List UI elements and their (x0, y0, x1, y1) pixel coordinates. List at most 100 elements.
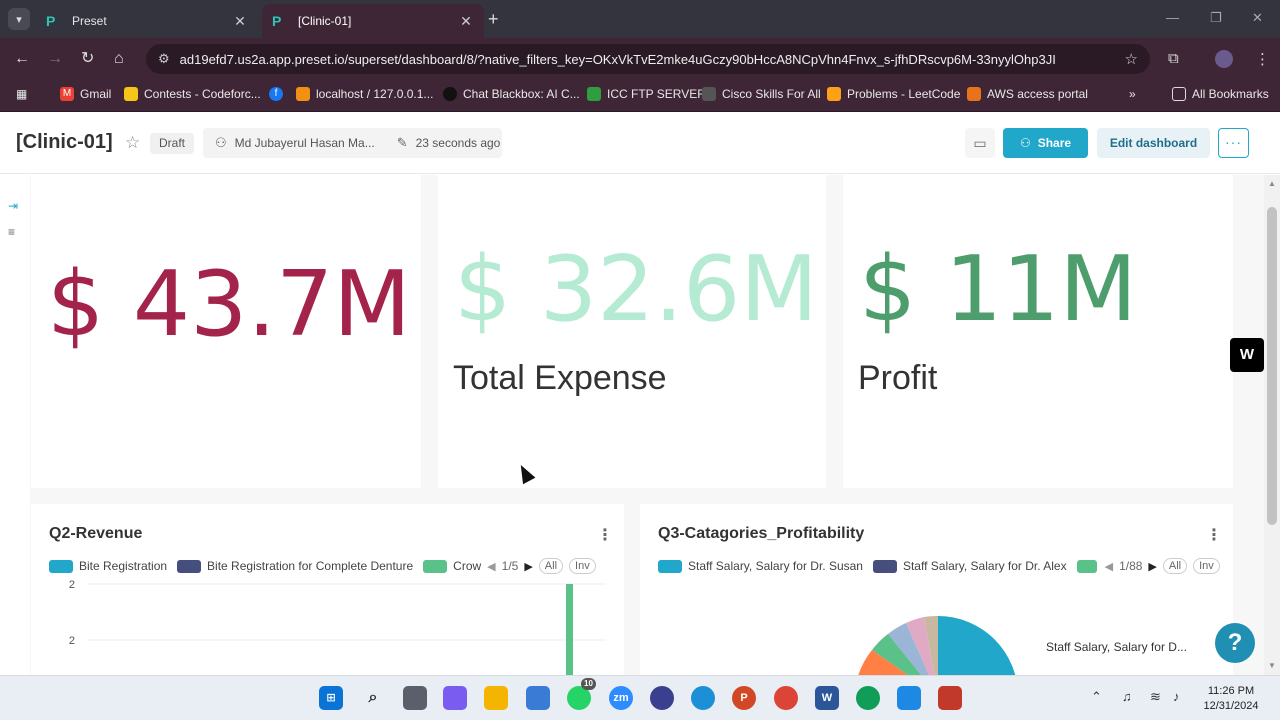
bar[interactable] (566, 584, 573, 675)
reload-icon[interactable]: ↻ (81, 50, 94, 68)
floating-widget-button[interactable]: W (1230, 338, 1264, 372)
legend-all-button[interactable]: All (1162, 558, 1188, 574)
browser-toolbar: ← → ↻ ⌂ ⚙ ad19efd7.us2a.app.preset.io/su… (0, 38, 1280, 80)
legend-label: Bite Registration for Complete Denture (207, 559, 414, 573)
legend-item[interactable]: Staff Salary, Salary for Dr. Alex (872, 559, 1067, 573)
tab-preset[interactable]: P Preset ✕ (36, 4, 258, 38)
extensions-icon[interactable]: ⧉ (1168, 50, 1179, 67)
bookmark-codeforces[interactable]: Contests - Codeforc... (124, 87, 261, 101)
copilot-icon[interactable] (443, 686, 467, 710)
big-number-subheader: Profit (858, 359, 938, 397)
comment-icon: ▭ (973, 135, 987, 151)
chrome-icon[interactable] (774, 686, 798, 710)
edge-icon[interactable] (691, 686, 715, 710)
app-icon[interactable] (897, 686, 921, 710)
close-icon[interactable]: ✕ (232, 13, 248, 30)
legend-next-icon[interactable]: ▶ (1148, 560, 1156, 573)
bookmark-icc[interactable]: ICC FTP SERVER (587, 87, 706, 101)
microphone-icon[interactable]: ♫ (1122, 689, 1132, 704)
powerpoint-icon[interactable]: P (732, 686, 756, 710)
filter-rail: ⇥ ≡ (0, 175, 30, 675)
profile-avatar[interactable] (1215, 50, 1233, 68)
expand-filters-icon[interactable]: ⇥ (8, 199, 18, 213)
scroll-down-icon[interactable]: ▼ (1268, 661, 1276, 670)
close-icon[interactable]: ✕ (458, 13, 474, 30)
word-icon[interactable]: W (815, 686, 839, 710)
whatsapp-icon[interactable]: 10 (567, 678, 596, 710)
snipping-tool-icon[interactable] (938, 686, 962, 710)
bookmark-blackbox[interactable]: Chat Blackbox: AI C... (443, 87, 580, 101)
legend-item[interactable]: Crow (423, 559, 481, 573)
url-text[interactable]: ad19efd7.us2a.app.preset.io/superset/das… (180, 52, 1125, 67)
more-bookmarks-icon[interactable]: » (1129, 87, 1136, 101)
edit-dashboard-button[interactable]: Edit dashboard (1097, 128, 1210, 158)
file-explorer-icon[interactable] (484, 686, 508, 710)
icc-icon (587, 87, 601, 101)
legend-prev-icon[interactable]: ◀ (487, 560, 495, 573)
legend-item[interactable]: Bite Registration for Complete Denture (177, 559, 413, 573)
bookmark-localhost[interactable]: localhost / 127.0.0.1... (296, 87, 433, 101)
chart-menu-icon[interactable]: ⋮ (597, 525, 613, 545)
legend-inv-button[interactable]: Inv (1193, 558, 1220, 574)
filter-icon[interactable]: ≡ (8, 225, 15, 239)
clock-time: 11:26 PM (1207, 685, 1255, 697)
bookmark-facebook[interactable]: f (269, 87, 289, 101)
bookmark-leetcode[interactable]: Problems - LeetCode (827, 87, 960, 101)
site-info-icon[interactable]: ⚙ (158, 51, 170, 67)
scroll-up-icon[interactable]: ▲ (1268, 179, 1276, 188)
tab-search-icon[interactable]: ▾ (8, 8, 30, 30)
search-icon[interactable]: ⌕ (361, 686, 385, 710)
forward-icon[interactable]: → (47, 50, 63, 68)
legend-all-button[interactable]: All (538, 558, 564, 574)
wifi-icon[interactable]: ≋ (1150, 689, 1161, 705)
status-badge[interactable]: Draft (150, 133, 195, 154)
blackbox-icon (443, 87, 457, 101)
chrome-profile-icon[interactable] (856, 686, 880, 710)
folder-icon (1172, 87, 1186, 101)
home-icon[interactable]: ⌂ (114, 50, 124, 68)
legend-item[interactable]: Staff Salary, Salary for Dr. Susan (658, 559, 863, 573)
pie-slice[interactable] (938, 616, 1018, 675)
legend-swatch (49, 559, 73, 573)
zoom-icon[interactable]: zm (609, 686, 633, 710)
all-bookmarks[interactable]: All Bookmarks (1172, 87, 1269, 101)
store-icon[interactable] (526, 686, 550, 710)
more-options-button[interactable]: ··· (1218, 128, 1249, 158)
windows-start-icon[interactable]: ⊞ (319, 686, 343, 710)
help-button[interactable]: ? (1215, 623, 1255, 663)
bookmark-aws[interactable]: AWS access portal (967, 87, 1088, 101)
back-icon[interactable]: ← (14, 50, 30, 68)
new-tab-icon[interactable]: + (488, 8, 499, 30)
dashboard-title[interactable]: [Clinic-01] (16, 131, 113, 154)
big-number-subheader: Total Expense (453, 359, 667, 397)
chart-menu-icon[interactable]: ⋮ (1206, 525, 1222, 545)
task-view-icon[interactable] (403, 686, 427, 710)
tray-chevron-icon[interactable]: ⌃ (1091, 689, 1102, 705)
window-close-icon[interactable]: ✕ (1252, 10, 1263, 26)
legend-inv-button[interactable]: Inv (569, 558, 596, 574)
volume-icon[interactable]: ♪ (1173, 689, 1180, 704)
address-bar[interactable]: ⚙ ad19efd7.us2a.app.preset.io/superset/d… (146, 44, 1150, 74)
facebook-icon: f (269, 87, 283, 101)
apps-grid-icon[interactable]: ▦ (16, 87, 27, 101)
legend-next-icon[interactable]: ▶ (524, 560, 532, 573)
favorite-star-icon[interactable]: ☆ (125, 133, 140, 153)
minimize-icon[interactable]: — (1166, 10, 1179, 25)
tab-clinic-01[interactable]: P [Clinic-01] ✕ (262, 4, 484, 38)
bookmark-gmail[interactable]: M Gmail (60, 87, 111, 101)
legend-item[interactable]: Bite Registration (49, 559, 167, 573)
bookmark-star-icon[interactable]: ☆ (1125, 50, 1138, 68)
scroll-thumb[interactable] (1267, 207, 1277, 525)
owner-name[interactable]: Md Jubayerul Hasan Ma... (235, 136, 375, 150)
chart-title: Q3-Catagories_Profitability (658, 525, 865, 542)
taskbar-clock[interactable]: 11:26 PM 12/31/2024 (1198, 684, 1264, 714)
app-icon[interactable] (650, 686, 674, 710)
page-scrollbar[interactable]: ▲ ▼ (1264, 175, 1280, 675)
menu-kebab-icon[interactable]: ⋮ (1255, 50, 1270, 68)
legend-prev-icon[interactable]: ◀ (1105, 560, 1113, 573)
restore-icon[interactable]: ❐ (1210, 10, 1222, 26)
share-button[interactable]: ⚇ Share (1003, 128, 1088, 158)
bookmark-cisco[interactable]: Cisco Skills For All (702, 87, 821, 101)
legend-item[interactable] (1076, 559, 1103, 573)
annotations-button[interactable]: ▭ (965, 128, 995, 158)
